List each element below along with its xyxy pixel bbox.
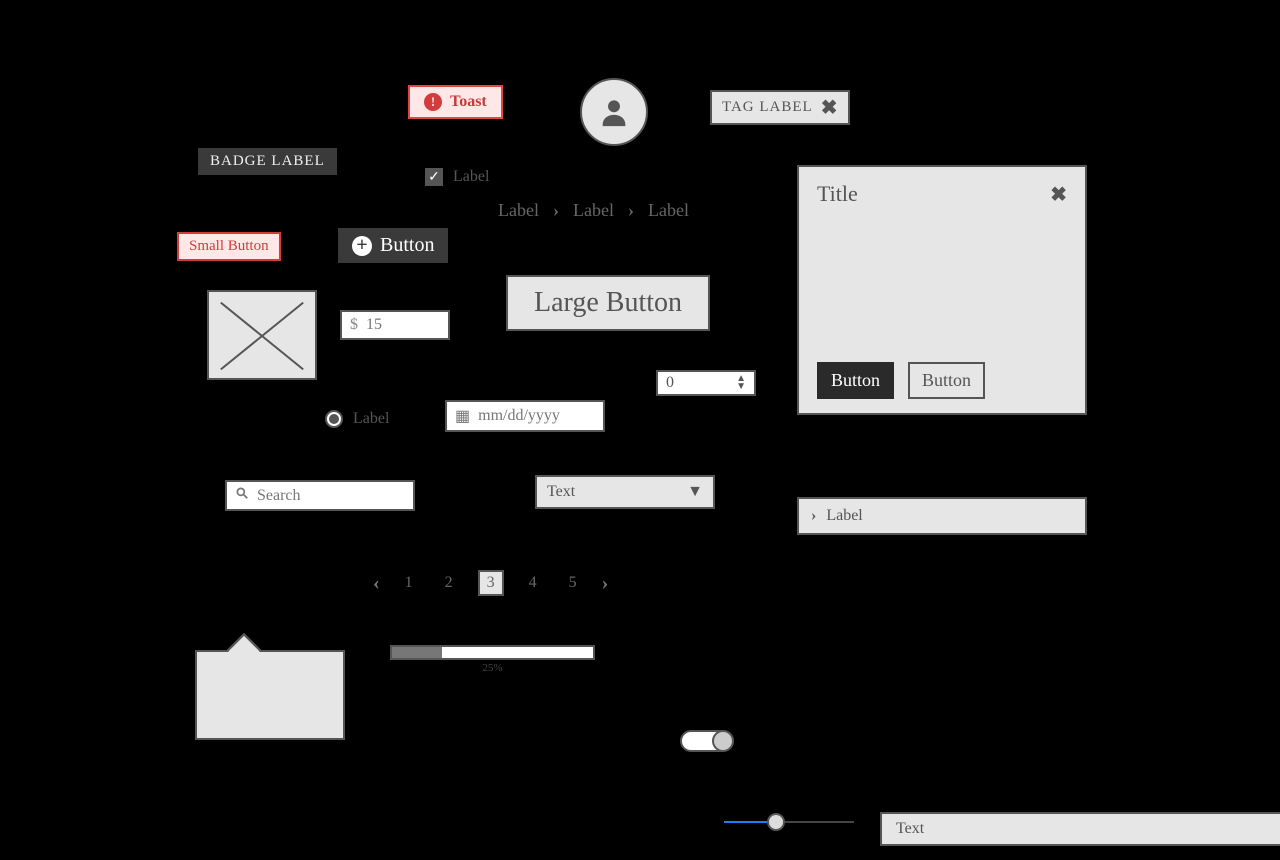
close-icon[interactable]: ✖ <box>1050 182 1067 207</box>
page-number[interactable]: 1 <box>398 572 420 594</box>
badge: BADGE LABEL <box>198 148 337 175</box>
progress-bar: 25% <box>390 645 595 674</box>
date-input[interactable]: ▦ mm/dd/yyyy <box>445 400 605 432</box>
page-number[interactable]: 4 <box>522 572 544 594</box>
accordion-label: Label <box>826 507 862 525</box>
page-number[interactable]: 2 <box>438 572 460 594</box>
chevron-right-icon[interactable]: › <box>602 572 609 595</box>
check-icon: ✓ <box>425 168 443 186</box>
progress-fill <box>392 647 442 658</box>
close-icon[interactable]: ✖ <box>821 95 839 120</box>
progress-label: 25% <box>482 662 502 674</box>
checkbox[interactable]: ✓ Label <box>425 168 489 186</box>
plus-circle-icon: + <box>352 236 372 256</box>
stepper-value: 0 <box>666 374 674 392</box>
dollar-icon: $ <box>350 316 358 334</box>
accordion-row[interactable]: › Label <box>797 497 1087 535</box>
chevron-left-icon[interactable]: ‹ <box>373 572 380 595</box>
search-icon <box>235 486 249 505</box>
breadcrumb-item[interactable]: Label <box>573 200 614 221</box>
radio-dot-icon <box>325 410 343 428</box>
toast-alert: ! Toast <box>408 85 503 119</box>
dialog-primary-button[interactable]: Button <box>817 362 894 399</box>
icon-button[interactable]: + Button <box>338 228 448 263</box>
avatar[interactable] <box>580 78 648 146</box>
image-placeholder <box>207 290 317 380</box>
radio-label: Label <box>353 410 389 428</box>
select-dropdown[interactable]: Text ▼ <box>535 475 715 509</box>
toggle-switch[interactable] <box>680 730 734 752</box>
chevron-right-icon: › <box>553 200 559 221</box>
breadcrumb-item[interactable]: Label <box>498 200 539 221</box>
alert-icon: ! <box>424 93 442 111</box>
large-button[interactable]: Large Button <box>506 275 710 331</box>
radio[interactable]: Label <box>325 410 389 428</box>
chevron-right-icon: › <box>811 507 816 525</box>
slider-knob[interactable] <box>767 813 785 831</box>
small-button[interactable]: Small Button <box>177 232 281 261</box>
chevron-right-icon: › <box>628 200 634 221</box>
currency-value: 15 <box>366 316 382 334</box>
search-placeholder: Search <box>257 487 301 505</box>
dialog-title: Title <box>817 181 858 207</box>
page-number-current[interactable]: 3 <box>478 570 504 596</box>
small-button-label: Small Button <box>189 238 269 254</box>
pagination: ‹ 1 2 3 4 5 › <box>373 570 608 596</box>
large-button-label: Large Button <box>534 287 682 318</box>
progress-track <box>390 645 595 660</box>
breadcrumb-item[interactable]: Label <box>648 200 689 221</box>
number-stepper[interactable]: 0 ▲ ▼ <box>656 370 756 396</box>
checkbox-label: Label <box>453 168 489 186</box>
caret-down-icon[interactable]: ▼ <box>736 383 746 391</box>
tooltip-label: Text <box>896 820 924 837</box>
search-input[interactable]: Search <box>225 480 415 511</box>
select-value: Text <box>547 483 575 501</box>
slider[interactable] <box>724 812 854 832</box>
calendar-icon: ▦ <box>455 406 470 426</box>
caret-down-icon: ▼ <box>687 483 703 501</box>
dialog-secondary-label: Button <box>922 370 971 390</box>
stepper-arrows[interactable]: ▲ ▼ <box>736 375 746 391</box>
currency-input[interactable]: $ 15 <box>340 310 450 340</box>
icon-button-label: Button <box>380 234 434 257</box>
toast-label: Toast <box>450 93 487 111</box>
dialog-secondary-button[interactable]: Button <box>908 362 985 399</box>
page-number[interactable]: 5 <box>562 572 584 594</box>
tag-label: TAG LABEL <box>722 99 813 116</box>
tag-chip[interactable]: TAG LABEL ✖ <box>710 90 850 125</box>
badge-label: BADGE LABEL <box>210 153 325 169</box>
breadcrumb: Label › Label › Label <box>498 200 689 221</box>
date-placeholder: mm/dd/yyyy <box>478 407 560 425</box>
popover <box>195 650 345 740</box>
dialog: Title ✖ Button Button <box>797 165 1087 415</box>
user-icon <box>597 95 631 129</box>
toggle-knob <box>712 730 734 752</box>
dialog-primary-label: Button <box>831 370 880 390</box>
tooltip: Text <box>880 812 1280 846</box>
